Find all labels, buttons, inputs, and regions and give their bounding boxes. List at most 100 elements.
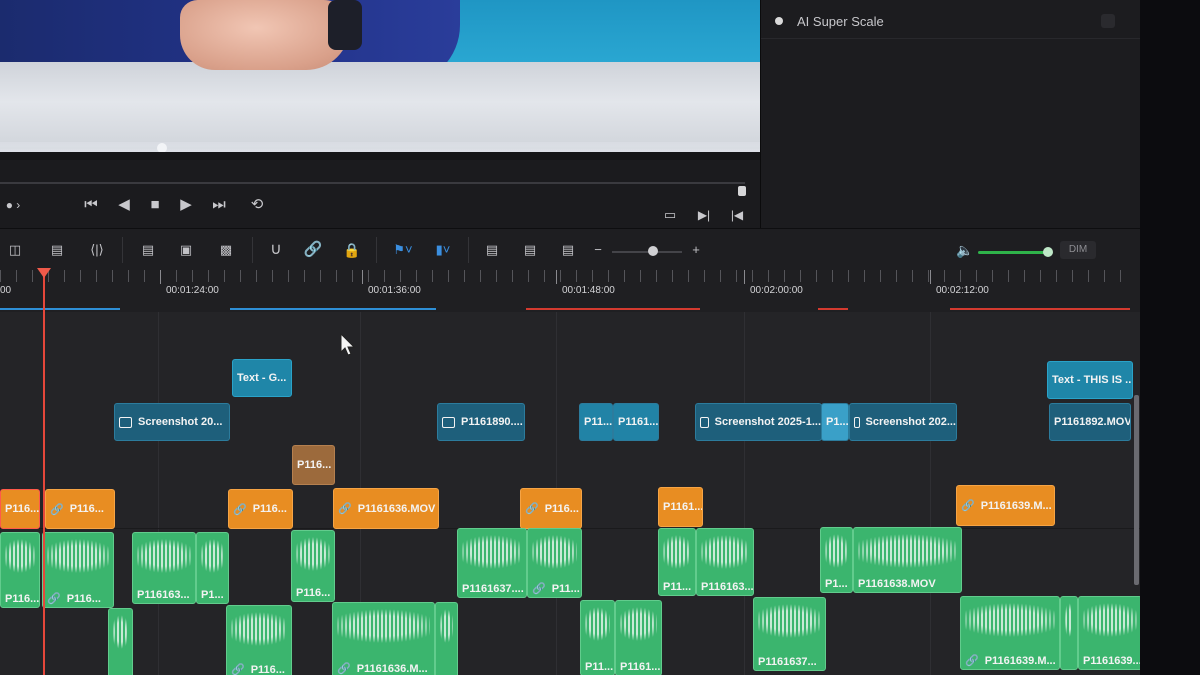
waveform (701, 535, 749, 569)
loop-icon[interactable]: ⟲ (246, 196, 268, 214)
zoom-out-icon[interactable]: − (590, 241, 606, 259)
playhead[interactable] (37, 268, 51, 675)
audio-clip[interactable] (435, 602, 458, 675)
video-clip[interactable]: P11... (579, 403, 613, 441)
next-edit-icon[interactable]: ▶| (695, 206, 713, 224)
video-clip[interactable]: P1161890.... (437, 403, 525, 441)
audio-clip[interactable]: P116... (0, 532, 40, 608)
dynamic-trim-icon[interactable]: ▤ (44, 241, 70, 259)
audio-clip[interactable]: P1161638.MOV (853, 527, 962, 593)
dim-button[interactable]: DIM (1060, 241, 1096, 259)
timeline-ruler[interactable]: 00 00:01:24:00 00:01:36:00 00:01:48:00 0… (0, 270, 1140, 312)
audio-clip[interactable]: P1161... (615, 600, 662, 675)
nav-arrows-icon[interactable]: ● › (0, 196, 26, 214)
audio-clip[interactable]: P1161637.... (457, 528, 527, 598)
prev-edit-icon[interactable]: |◀ (728, 206, 746, 224)
video-clip[interactable]: 🔗 P1161639.M... (956, 485, 1055, 526)
ai-super-scale-row[interactable]: AI Super Scale (775, 8, 1125, 34)
blade-edit-icon[interactable]: ⟨|⟩ (82, 241, 112, 259)
clip-label: P1161... (618, 416, 659, 428)
video-clip[interactable]: P116... (292, 445, 335, 485)
video-clip[interactable]: Screenshot 2025-1... (695, 403, 822, 441)
audio-clip[interactable]: P1161637... (753, 597, 826, 671)
ruler-timecode: 00:02:00:00 (750, 285, 803, 296)
video-clip[interactable]: P116... (0, 489, 40, 529)
waveform (440, 609, 453, 643)
playhead-handle[interactable] (37, 268, 51, 278)
audio-clip[interactable] (1060, 596, 1078, 670)
title-clip[interactable]: Text - G... (232, 359, 292, 397)
replace-clip-icon[interactable]: ▩ (212, 241, 240, 259)
zoom-detail-icon[interactable]: ▤ (516, 241, 544, 259)
audio-clip[interactable]: 🔗 P1161636.M... (332, 602, 435, 675)
audio-clip[interactable]: 🔗 P1161639.M... (960, 596, 1060, 670)
clip-label: P11... (663, 581, 692, 593)
jog-handle[interactable] (738, 186, 746, 196)
viewer-frame-table (0, 62, 760, 142)
skip-forward-icon[interactable]: ⏭ (207, 196, 231, 214)
audio-clip[interactable]: P116... (291, 530, 335, 602)
overwrite-clip-icon[interactable]: ▣ (174, 241, 198, 259)
audio-clip[interactable]: 🔗 P11... (527, 528, 582, 598)
video-clip[interactable]: 🔗 P116... (520, 488, 582, 529)
audio-clip[interactable] (108, 608, 133, 675)
audio-clip[interactable]: P116163... (132, 532, 196, 604)
video-clip[interactable]: P1161892.MOV (1049, 403, 1131, 441)
video-clip[interactable]: Screenshot 20... (114, 403, 230, 441)
audio-clip[interactable]: P1... (820, 527, 853, 593)
speaker-icon[interactable]: 🔈 (954, 241, 976, 259)
enable-toggle-icon[interactable] (775, 17, 783, 25)
link-icon: 🔗 (961, 500, 975, 512)
clip-label: P11... (551, 583, 580, 595)
audio-clip[interactable]: 🔗 P116... (42, 532, 114, 608)
play-icon[interactable]: ▶ (178, 196, 194, 214)
timeline-tracks[interactable]: Text - G... Text - THIS IS ... Screensho… (0, 312, 1140, 675)
match-frame-icon[interactable]: ▭ (660, 206, 680, 224)
volume-slider-handle[interactable] (1043, 247, 1053, 257)
linked-selection-icon[interactable]: 🔗 (302, 241, 324, 259)
audio-clip[interactable]: P11... (658, 528, 696, 596)
trim-mode-icon[interactable]: ◫ (0, 241, 30, 259)
clip-label: P116... (252, 503, 287, 515)
audio-clip[interactable]: P11... (580, 600, 615, 675)
waveform (620, 607, 657, 641)
viewer-frame-watch (328, 0, 362, 50)
waveform (532, 535, 577, 569)
audio-clip[interactable]: 🔗 P116... (226, 605, 292, 675)
timeline-vertical-scrollbar[interactable] (1134, 395, 1139, 585)
marker-icon[interactable]: ▮˅ (428, 241, 458, 259)
video-clip[interactable]: Screenshot 202... (849, 403, 957, 441)
zoom-slider[interactable] (612, 251, 682, 253)
video-clip[interactable]: P1161... (658, 487, 703, 527)
zoom-slider-handle[interactable] (648, 246, 658, 256)
flag-icon[interactable]: ⚑˅ (388, 241, 418, 259)
video-clip[interactable]: P1... (821, 403, 849, 441)
ruler-major-tick (160, 270, 161, 284)
video-clip[interactable]: 🔗 P116... (228, 489, 293, 529)
skip-back-icon[interactable]: ⏮ (80, 196, 102, 214)
step-back-icon[interactable]: ◀ (116, 196, 132, 214)
stop-icon[interactable]: ■ (147, 196, 163, 214)
waveform (337, 609, 430, 643)
position-lock-icon[interactable]: 🔒 (342, 241, 362, 259)
zoom-full-icon[interactable]: ▤ (478, 241, 506, 259)
zoom-custom-icon[interactable]: ▤ (554, 241, 582, 259)
zoom-in-icon[interactable]: + (688, 241, 704, 259)
viewer-scrub-bar[interactable] (0, 147, 760, 149)
video-clip[interactable]: 🔗 P1161636.MOV (333, 488, 439, 529)
title-clip[interactable]: Text - THIS IS ... (1047, 361, 1133, 399)
volume-slider[interactable] (978, 251, 1050, 254)
video-clip[interactable]: P1161... (613, 403, 659, 441)
insert-clip-icon[interactable]: ▤ (134, 241, 162, 259)
link-icon: 🔗 (47, 593, 61, 605)
audio-clip[interactable]: P1... (196, 532, 229, 604)
reset-icon[interactable] (1101, 14, 1115, 28)
snapping-icon[interactable]: ∪ (266, 241, 286, 259)
audio-clip[interactable]: P1161639... (1078, 596, 1140, 670)
video-clip[interactable]: 🔗 P116... (45, 489, 115, 529)
jog-bar[interactable] (0, 182, 745, 184)
link-icon: 🔗 (532, 583, 546, 595)
audio-clip[interactable]: P116163... (696, 528, 754, 596)
video-viewer[interactable] (0, 0, 760, 160)
clip-label: P1161636.MOV (357, 502, 436, 515)
